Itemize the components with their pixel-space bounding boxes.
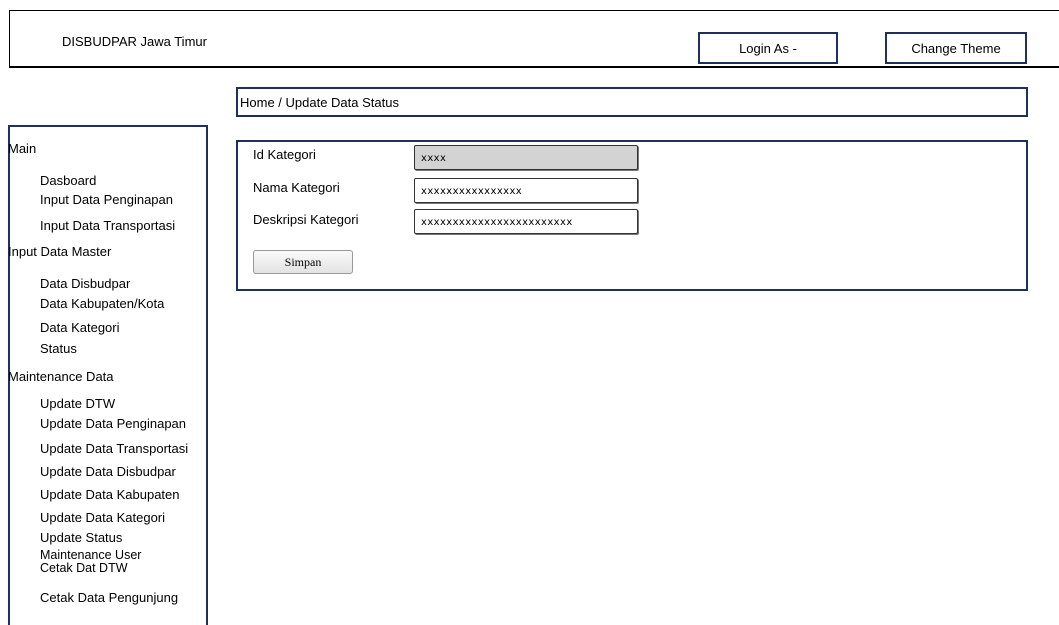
- sidebar-item-data-disbudpar[interactable]: Data Disbudpar: [40, 276, 130, 291]
- sidebar-item-update-kabupaten[interactable]: Update Data Kabupaten: [40, 487, 180, 502]
- nama-kategori-field[interactable]: xxxxxxxxxxxxxxxx: [414, 178, 638, 203]
- app-title: DISBUDPAR Jawa Timur: [62, 34, 207, 49]
- sidebar-section-main: Main: [8, 141, 37, 156]
- login-as-button[interactable]: Login As -: [698, 32, 838, 64]
- simpan-button[interactable]: Simpan: [253, 250, 353, 274]
- change-theme-button[interactable]: Change Theme: [885, 32, 1027, 64]
- sidebar-item-maintenance-user[interactable]: Maintenance User: [40, 549, 141, 562]
- sidebar-item-update-transportasi[interactable]: Update Data Transportasi: [40, 441, 188, 456]
- sidebar-item-cetak-dtw[interactable]: Cetak Dat DTW: [40, 562, 128, 575]
- sidebar-item-input-penginapan[interactable]: Input Data Penginapan: [40, 192, 173, 207]
- sidebar-section-input-master: Input Data Master: [8, 244, 112, 259]
- deskripsi-kategori-label: Deskripsi Kategori: [253, 212, 359, 227]
- sidebar-item-update-kategori[interactable]: Update Data Kategori: [40, 510, 165, 525]
- breadcrumb: Home / Update Data Status: [236, 87, 1028, 117]
- sidebar-section-maintenance: Maintenance Data: [8, 369, 114, 384]
- sidebar-item-data-kabupaten[interactable]: Data Kabupaten/Kota: [40, 296, 164, 311]
- id-kategori-field: xxxx: [414, 145, 638, 170]
- sidebar-item-input-transportasi[interactable]: Input Data Transportasi: [40, 218, 175, 233]
- sidebar-item-dashboard[interactable]: Dasboard: [40, 173, 96, 188]
- header-bar: DISBUDPAR Jawa Timur Login As - Change T…: [9, 10, 1059, 68]
- sidebar-item-update-status[interactable]: Update Status: [40, 530, 122, 545]
- sidebar-item-update-dtw[interactable]: Update DTW: [40, 396, 115, 411]
- deskripsi-kategori-field[interactable]: xxxxxxxxxxxxxxxxxxxxxxxx: [414, 209, 638, 234]
- sidebar-item-update-disbudpar[interactable]: Update Data Disbudpar: [40, 464, 176, 479]
- sidebar-item-update-penginapan[interactable]: Update Data Penginapan: [40, 416, 186, 431]
- sidebar-item-status[interactable]: Status: [40, 341, 77, 356]
- sidebar-item-cetak-pengunjung[interactable]: Cetak Data Pengunjung: [40, 590, 178, 605]
- nama-kategori-label: Nama Kategori: [253, 180, 340, 195]
- id-kategori-label: Id Kategori: [253, 147, 316, 162]
- sidebar-item-data-kategori[interactable]: Data Kategori: [40, 320, 120, 335]
